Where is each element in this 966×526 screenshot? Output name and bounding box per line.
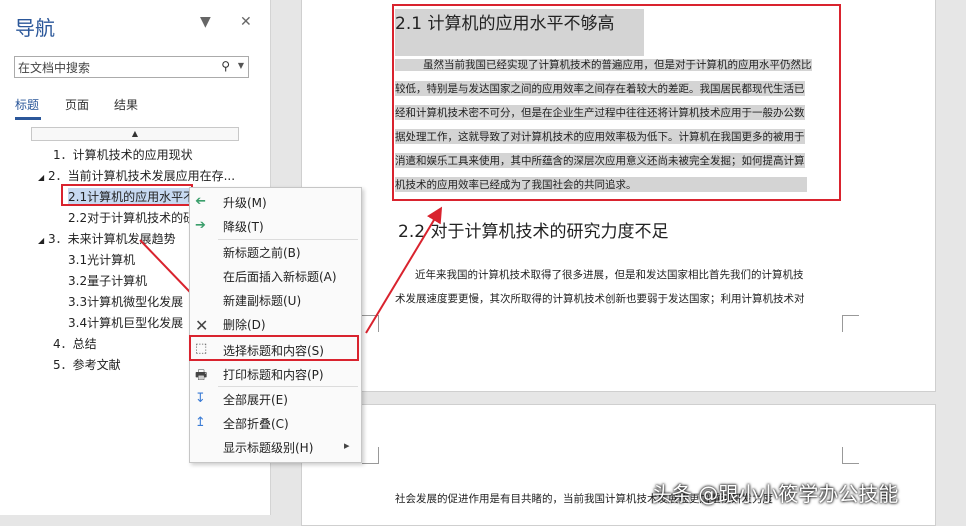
menu-print-heading-content[interactable]: 打印标题和内容(P) [223,366,324,383]
menu-separator [218,386,358,387]
menu-delete[interactable]: 删除(D) [223,316,266,333]
arrow-right-icon: ➔ [195,218,206,233]
context-menu: ➔ 升级(M) ➔ 降级(T) 新标题之前(B) 在后面插入新标题(A) 新建副… [189,187,362,463]
arrow-left-icon: ➔ [195,194,206,209]
expand-icon: ↧ [195,391,206,406]
collapse-icon: ↥ [195,415,206,430]
print-icon: 🖶 [195,368,208,383]
menu-separator [218,239,358,240]
menu-insert-heading-after[interactable]: 在后面插入新标题(A) [223,268,337,285]
menu-collapse-all[interactable]: 全部折叠(C) [223,415,289,432]
menu-new-heading-before[interactable]: 新标题之前(B) [223,244,301,261]
menu-new-subheading[interactable]: 新建副标题(U) [223,292,301,309]
menu-item-highlight-box [189,335,359,361]
arrow-to-section [365,206,443,334]
menu-promote[interactable]: 升级(M) [223,194,267,211]
submenu-arrow-icon: ▸ [344,439,350,452]
menu-show-heading-levels[interactable]: 显示标题级别(H) [223,439,313,456]
annotation-arrows [139,206,443,334]
menu-expand-all[interactable]: 全部展开(E) [223,391,288,408]
delete-icon: ✕ [195,316,209,335]
menu-demote[interactable]: 降级(T) [223,218,264,235]
watermark: 头条 @跟小小筱学办公技能 [652,482,899,506]
